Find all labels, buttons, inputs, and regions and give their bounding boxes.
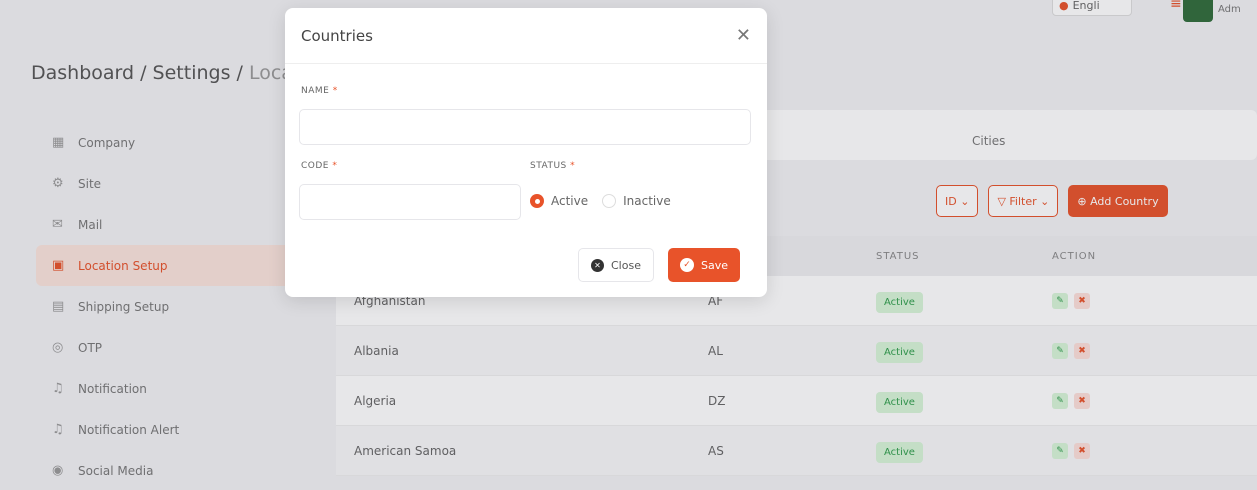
- status-option-inactive: Inactive: [623, 194, 671, 208]
- code-label: CODE *: [301, 161, 338, 171]
- close-icon[interactable]: ✕: [736, 25, 751, 46]
- close-button-label: Close: [611, 258, 641, 272]
- radio-checked-icon: [530, 194, 544, 208]
- status-option-active: Active: [551, 194, 589, 208]
- name-label: NAME *: [301, 86, 338, 96]
- name-input[interactable]: [299, 109, 751, 145]
- code-input[interactable]: [299, 184, 521, 220]
- radio-unchecked-icon: [602, 194, 617, 208]
- modal-header: Countries ✕: [285, 8, 767, 64]
- modal-title: Countries: [301, 26, 373, 45]
- close-circle-icon: ✕: [591, 258, 604, 272]
- save-button[interactable]: ✓ Save: [668, 248, 741, 282]
- status-radio-group: Active Inactive: [530, 194, 671, 208]
- close-button[interactable]: ✕ Close: [578, 248, 654, 282]
- status-radio-active[interactable]: Active: [530, 194, 588, 208]
- countries-modal: Countries ✕ NAME * CODE * STATUS * Activ…: [285, 8, 767, 297]
- save-button-label: Save: [701, 258, 729, 272]
- check-circle-icon: ✓: [680, 258, 694, 272]
- status-label: STATUS *: [530, 161, 576, 171]
- status-radio-inactive[interactable]: Inactive: [602, 194, 671, 208]
